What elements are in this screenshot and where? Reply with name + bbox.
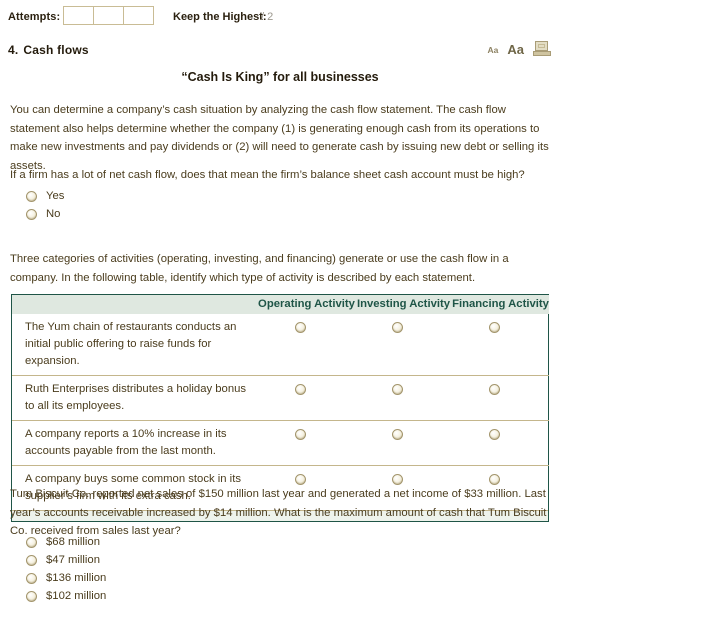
radio-icon[interactable] — [295, 474, 306, 485]
radio-icon[interactable] — [26, 209, 37, 220]
section-heading: 4. Cash flows — [8, 43, 89, 57]
table-cell-statement: A company reports a 10% increase in its … — [12, 420, 258, 466]
option-row-3[interactable]: $136 million — [26, 571, 106, 586]
table-cell-statement: The Yum chain of restaurants conducts an… — [25, 321, 237, 367]
radio-icon[interactable] — [489, 429, 500, 440]
page-title: “Cash Is King” for all businesses — [181, 70, 379, 84]
attempt-box-2[interactable] — [94, 7, 124, 24]
option-label: $102 million — [46, 589, 107, 602]
table-header-investing: Investing Activity — [355, 295, 452, 314]
keep-highest-value: / 2 — [261, 11, 274, 23]
table-cell-financing[interactable] — [452, 420, 549, 466]
option-row-4[interactable]: $102 million — [26, 589, 106, 604]
keep-highest-label: Keep the Highest: — [173, 11, 267, 23]
option-label: Yes — [46, 189, 65, 202]
section-number: 4. — [8, 43, 19, 57]
section-title: Cash flows — [23, 43, 89, 57]
table-cell-operating[interactable] — [258, 420, 355, 466]
decrease-font-icon[interactable]: Aa — [488, 45, 499, 58]
option-row-2[interactable]: $47 million — [26, 553, 106, 568]
option-label: $47 million — [46, 553, 101, 566]
radio-icon[interactable] — [392, 429, 403, 440]
radio-icon[interactable] — [392, 384, 403, 395]
radio-icon[interactable] — [392, 322, 403, 333]
table-cell-operating[interactable] — [258, 314, 355, 376]
monitor-icon[interactable] — [533, 41, 551, 57]
increase-font-icon[interactable]: Aa — [507, 43, 524, 57]
option-label: No — [46, 207, 61, 220]
option-label: $136 million — [46, 571, 107, 584]
radio-icon[interactable] — [489, 474, 500, 485]
table-cell-operating[interactable] — [258, 375, 355, 421]
monitor-base — [533, 51, 551, 56]
toolbar-icons: Aa Aa — [488, 41, 551, 58]
radio-icon[interactable] — [489, 384, 500, 395]
table-row: A company reports a 10% increase in its … — [12, 420, 549, 466]
radio-icon[interactable] — [26, 537, 37, 548]
radio-icon[interactable] — [489, 322, 500, 333]
monitor-screen — [535, 41, 548, 51]
radio-icon[interactable] — [295, 322, 306, 333]
option-row-1[interactable]: $68 million — [26, 535, 106, 550]
attempts-bar: Attempts: Keep the Highest: / 2 — [0, 0, 723, 34]
option-row-no[interactable]: No — [26, 206, 64, 223]
radio-icon[interactable] — [295, 384, 306, 395]
option-row-yes[interactable]: Yes — [26, 188, 64, 205]
attempts-boxes — [63, 6, 154, 25]
question-1-options: Yes No — [26, 188, 64, 224]
table-header-row: Operating Activity Investing Activity Fi… — [12, 295, 549, 314]
three-categories-paragraph: Three categories of activities (operatin… — [10, 253, 509, 284]
attempt-box-3[interactable] — [124, 7, 153, 24]
table-cell-investing[interactable] — [355, 375, 452, 421]
table-cell-statement: Ruth Enterprises distributes a holiday b… — [12, 375, 258, 421]
option-label: $68 million — [46, 535, 101, 548]
table-row: The Yum chain of restaurants conducts an… — [12, 314, 549, 376]
table-row: Ruth Enterprises distributes a holiday b… — [12, 375, 549, 421]
radio-icon[interactable] — [26, 191, 37, 202]
attempt-box-1[interactable] — [64, 7, 94, 24]
radio-icon[interactable] — [26, 555, 37, 566]
radio-icon[interactable] — [295, 429, 306, 440]
table-cell-investing[interactable] — [355, 314, 452, 376]
final-question-options: $68 million $47 million $136 million $10… — [26, 535, 106, 607]
radio-icon[interactable] — [392, 474, 403, 485]
intro-paragraph: You can determine a company’s cash situa… — [10, 104, 549, 172]
table-cell-investing[interactable] — [355, 420, 452, 466]
radio-icon[interactable] — [26, 591, 37, 602]
table-header-operating: Operating Activity — [258, 295, 355, 314]
table-header-financing: Financing Activity — [452, 295, 549, 314]
question-1-text: If a firm has a lot of net cash flow, do… — [10, 169, 525, 181]
radio-icon[interactable] — [26, 573, 37, 584]
table-cell-financing[interactable] — [452, 375, 549, 421]
final-question-text: Tum Biscuit Co. reported net sales of $1… — [10, 488, 547, 537]
table-cell-financing[interactable] — [452, 314, 549, 376]
table-header-statement — [12, 295, 258, 314]
attempts-label: Attempts: — [8, 11, 61, 23]
